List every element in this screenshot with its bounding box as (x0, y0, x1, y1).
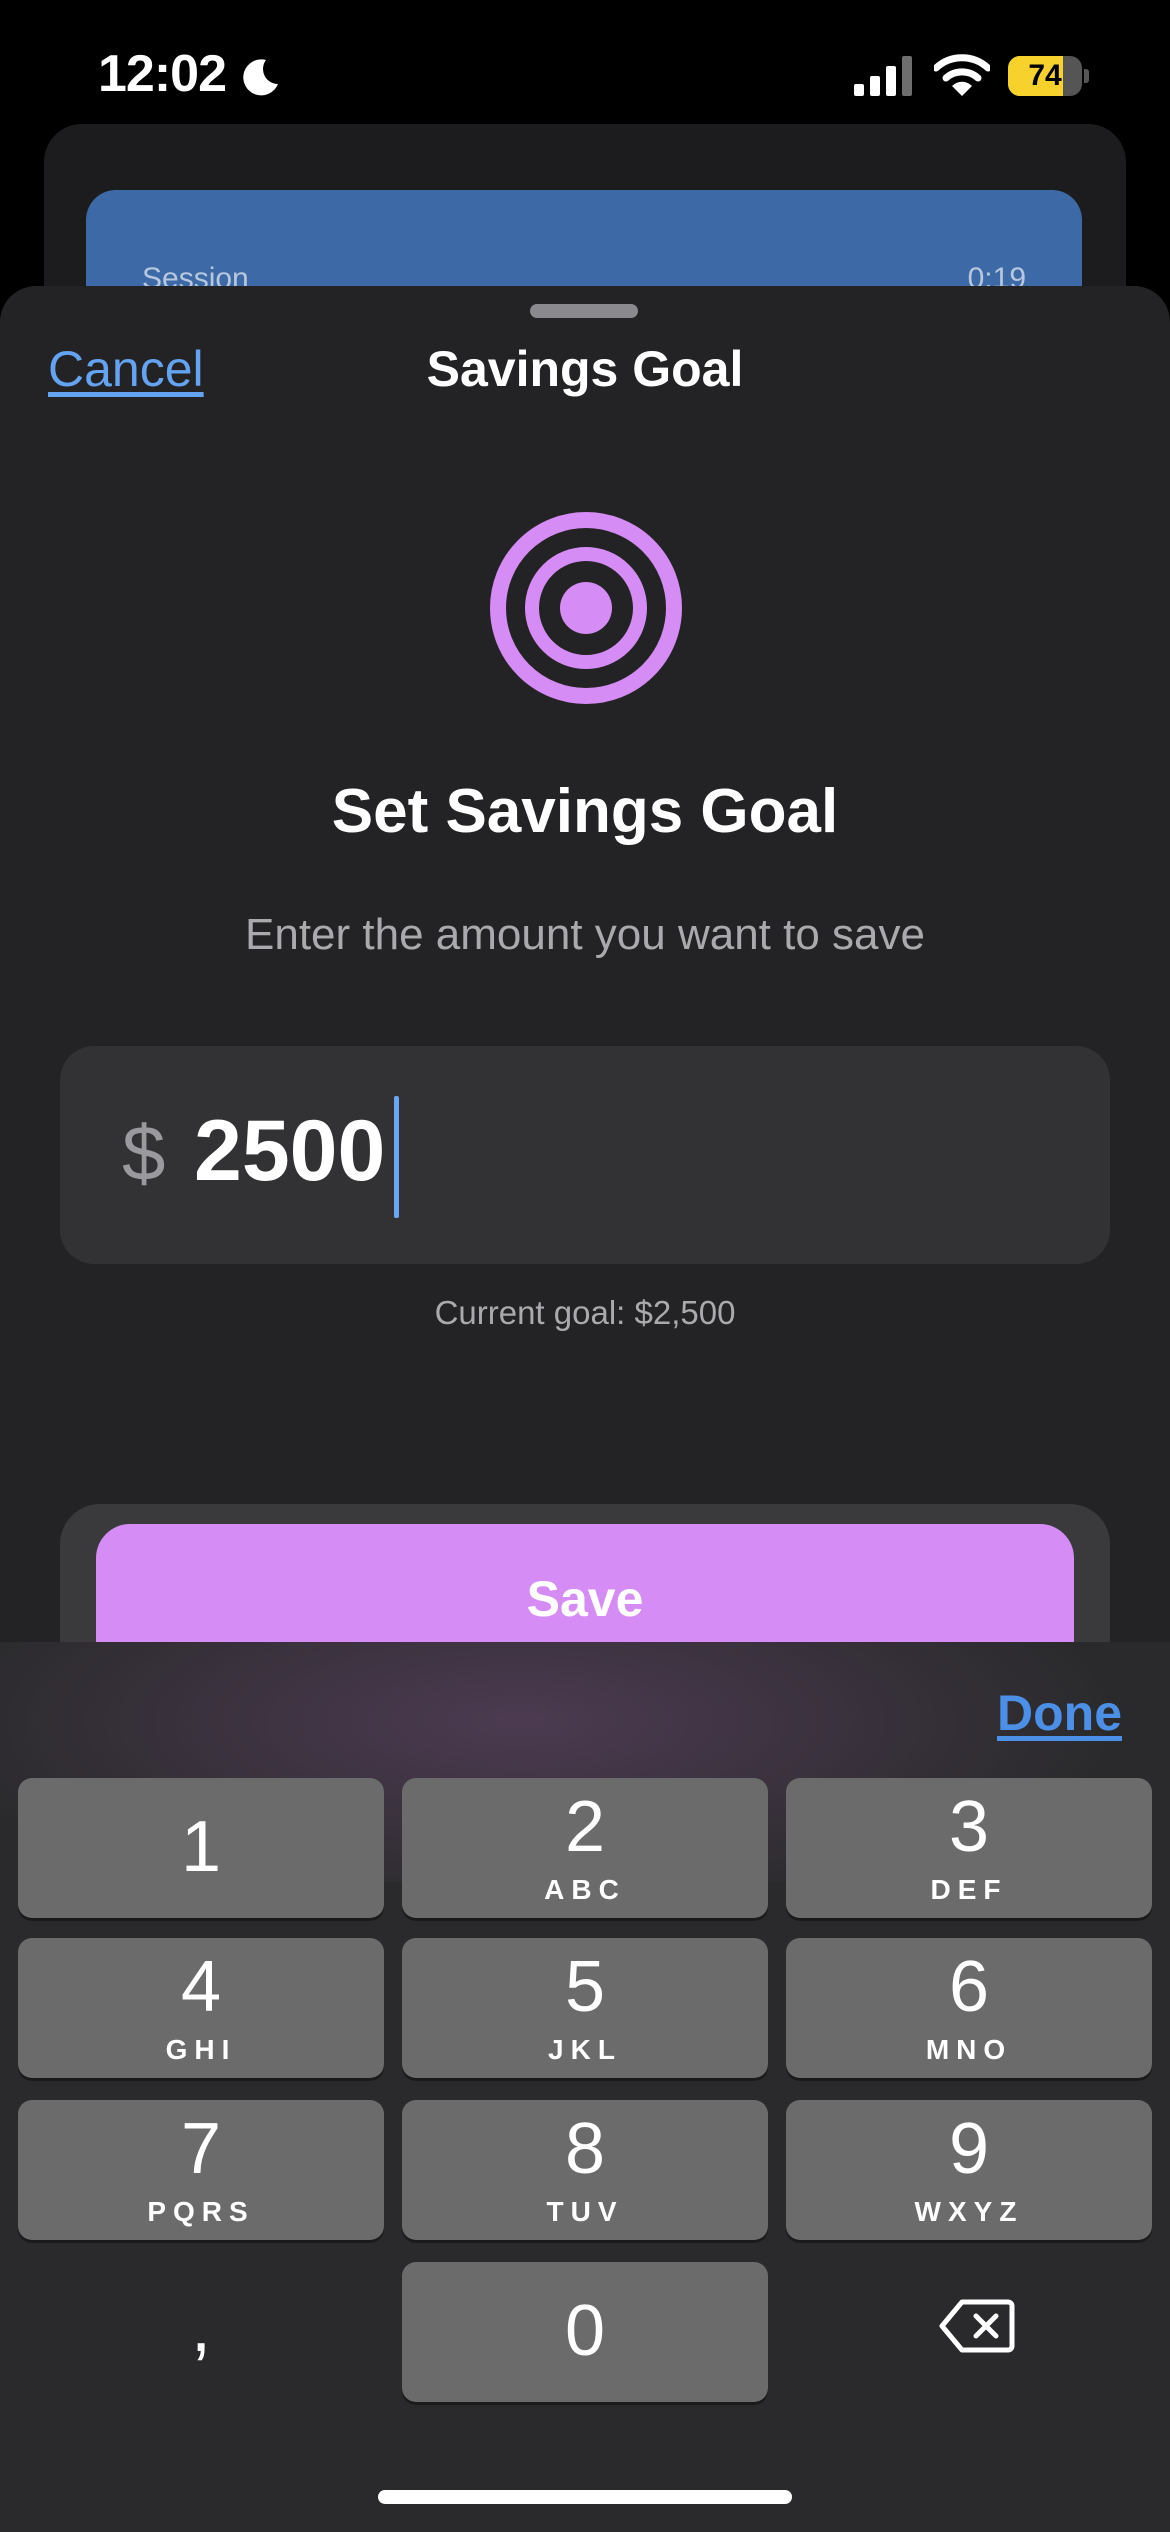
key-digit: 2 (564, 1787, 606, 1867)
key-digit: 8 (564, 2109, 606, 2189)
key-letters: PQRS (147, 2196, 255, 2227)
key-digit: 1 (180, 1807, 222, 1887)
target-icon (490, 512, 682, 704)
sheet-grabber[interactable] (530, 304, 638, 318)
comma-label: , (190, 2287, 211, 2367)
key-digit: 7 (180, 2109, 222, 2189)
key-4[interactable]: 4 GHI (18, 1938, 384, 2078)
key-2[interactable]: 2 ABC (402, 1778, 768, 1918)
key-digit: 6 (948, 1947, 990, 2027)
key-digit: 4 (180, 1947, 222, 2027)
key-9[interactable]: 9 WXYZ (786, 2100, 1152, 2240)
moon-icon (243, 59, 278, 96)
page-subtitle: Enter the amount you want to save (245, 910, 925, 959)
key-digit: 9 (948, 2109, 990, 2189)
delete-backspace-icon[interactable] (938, 2296, 1016, 2356)
status-time: 12:02 (98, 45, 227, 103)
amount-input[interactable]: $ 2500 (60, 1046, 1110, 1264)
battery-percentage: 74 (1028, 59, 1062, 92)
battery-indicator: 74 (1008, 56, 1090, 96)
key-digit: 5 (564, 1947, 606, 2027)
key-letters: JKL (548, 2034, 622, 2065)
key-8[interactable]: 8 TUV (402, 2100, 768, 2240)
wifi-icon (934, 54, 990, 96)
key-digit: 3 (948, 1787, 990, 1867)
home-indicator (378, 2490, 792, 2504)
currency-symbol: $ (122, 1109, 166, 1197)
key-3[interactable]: 3 DEF (786, 1778, 1152, 1918)
amount-value[interactable]: 2500 (194, 1102, 385, 1201)
sheet-title: Savings Goal (426, 341, 744, 397)
key-letters: MNO (925, 2034, 1013, 2065)
key-letters: ABC (544, 1874, 626, 1905)
key-letters: GHI (165, 2034, 237, 2065)
key-5[interactable]: 5 JKL (402, 1938, 768, 2078)
key-1[interactable]: 1 (18, 1778, 384, 1918)
battery-tip (1084, 69, 1089, 83)
page-heading: Set Savings Goal (331, 777, 839, 846)
key-6[interactable]: 6 MNO (786, 1938, 1152, 2078)
key-letters: WXYZ (914, 2196, 1024, 2227)
key-0[interactable]: 0 (402, 2262, 768, 2402)
key-digit: 0 (564, 2291, 606, 2371)
done-button[interactable]: Done (997, 1684, 1122, 1742)
key-7[interactable]: 7 PQRS (18, 2100, 384, 2240)
current-goal-text: Current goal: $2,500 (434, 1294, 736, 1331)
cellular-signal-icon (854, 56, 912, 96)
key-letters: TUV (546, 2196, 624, 2227)
battery-body: 74 (1008, 56, 1082, 96)
text-caret (394, 1096, 399, 1218)
key-letters: DEF (930, 1874, 1008, 1905)
key-comma[interactable]: , (18, 2260, 384, 2400)
